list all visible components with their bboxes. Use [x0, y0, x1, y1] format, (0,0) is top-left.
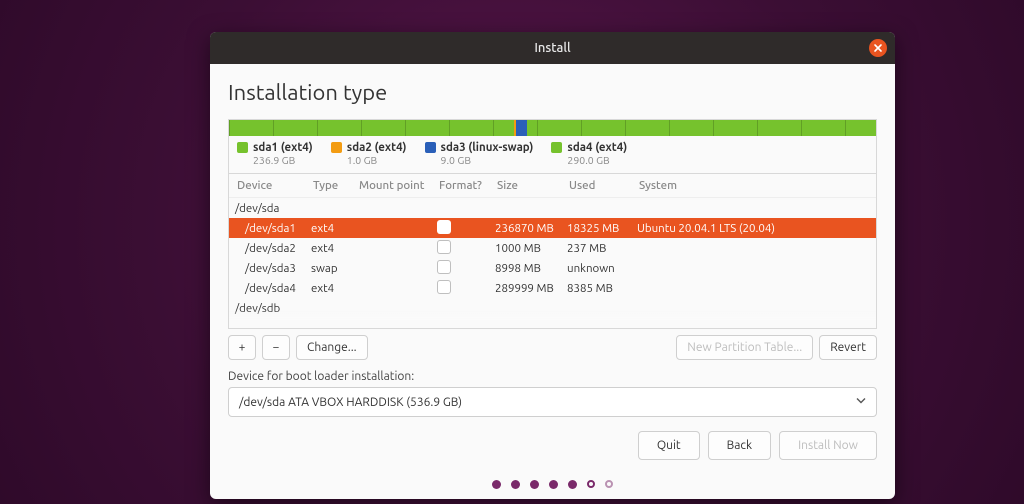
table-row[interactable]: /dev/sda1ext4236870 MB18325 MBUbuntu 20.…: [229, 218, 876, 238]
col-type[interactable]: Type: [311, 179, 357, 192]
table-row[interactable]: /dev/sda4ext4289999 MB8385 MB: [229, 278, 876, 298]
col-device[interactable]: Device: [235, 179, 311, 192]
legend-label: sda1 (ext4): [253, 141, 313, 154]
legend-item: sda3 (linux-swap)9.0 GB: [425, 141, 534, 166]
legend-item: sda4 (ext4)290.0 GB: [551, 141, 627, 166]
pager-dot: [605, 480, 613, 488]
legend-size: 236.9 GB: [253, 154, 313, 166]
legend-item: sda1 (ext4)236.9 GB: [237, 141, 313, 166]
bootloader-label: Device for boot loader installation:: [228, 370, 877, 383]
legend-label: sda3 (linux-swap): [441, 141, 534, 154]
col-system[interactable]: System: [637, 179, 870, 192]
quit-button[interactable]: Quit: [638, 431, 700, 460]
format-checkbox[interactable]: [437, 280, 451, 294]
titlebar: Install: [210, 32, 895, 64]
col-mount[interactable]: Mount point: [357, 179, 437, 192]
format-checkbox[interactable]: [437, 260, 451, 274]
legend-swatch: [237, 142, 248, 153]
pager-dot: [568, 480, 577, 489]
table-header: Device Type Mount point Format? Size Use…: [229, 174, 876, 198]
change-partition-button[interactable]: Change...: [296, 335, 368, 360]
footer-buttons: Quit Back Install Now: [228, 431, 877, 460]
progress-pager: [228, 480, 877, 489]
table-row[interactable]: /dev/sda2ext41000 MB237 MB: [229, 238, 876, 258]
pager-dot: [549, 480, 558, 489]
pager-dot: [587, 480, 595, 488]
close-icon: [873, 43, 883, 53]
pager-dot: [530, 480, 539, 489]
legend-item: sda2 (ext4)1.0 GB: [331, 141, 407, 166]
new-partition-table-button[interactable]: New Partition Table...: [676, 335, 813, 360]
pager-dot: [511, 480, 520, 489]
legend-size: 9.0 GB: [441, 154, 534, 166]
legend-label: sda2 (ext4): [347, 141, 407, 154]
remove-partition-button[interactable]: −: [262, 335, 290, 360]
legend-size: 290.0 GB: [567, 154, 627, 166]
bootloader-device-value: /dev/sda ATA VBOX HARDDISK (536.9 GB): [239, 396, 462, 409]
format-checkbox[interactable]: [437, 220, 451, 234]
table-row[interactable]: /dev/sda: [229, 198, 876, 218]
install-now-button[interactable]: Install Now: [779, 431, 877, 460]
revert-button[interactable]: Revert: [819, 335, 877, 360]
partition-table: Device Type Mount point Format? Size Use…: [228, 174, 877, 329]
partition-legend: sda1 (ext4)236.9 GB sda2 (ext4)1.0 GB sda3…: [228, 136, 877, 174]
page-title: Installation type: [228, 80, 877, 105]
back-button[interactable]: Back: [708, 431, 771, 460]
legend-swatch: [331, 142, 342, 153]
add-partition-button[interactable]: +: [228, 335, 256, 360]
chevron-down-icon: [856, 396, 866, 409]
legend-label: sda4 (ext4): [567, 141, 627, 154]
content: Installation type sda1 (ext4)236.9 GBsda…: [210, 64, 895, 499]
table-overflow-row: [229, 310, 876, 328]
close-button[interactable]: [869, 39, 887, 57]
window-title: Install: [534, 41, 570, 55]
col-format[interactable]: Format?: [437, 179, 495, 192]
format-checkbox[interactable]: [437, 240, 451, 254]
partition-toolbar: + − Change... New Partition Table... Rev…: [228, 335, 877, 360]
pager-dot: [492, 480, 501, 489]
legend-swatch: [425, 142, 436, 153]
table-row[interactable]: /dev/sda3swap8998 MBunknown: [229, 258, 876, 278]
diskbar-ticks: [229, 120, 876, 136]
col-size[interactable]: Size: [495, 179, 567, 192]
disk-usage-bar: [228, 119, 877, 136]
installer-window: Install Installation type sda1 (ext4)236…: [210, 32, 895, 499]
legend-size: 1.0 GB: [347, 154, 407, 166]
bootloader-device-combo[interactable]: /dev/sda ATA VBOX HARDDISK (536.9 GB): [228, 387, 877, 417]
legend-swatch: [551, 142, 562, 153]
col-used[interactable]: Used: [567, 179, 637, 192]
